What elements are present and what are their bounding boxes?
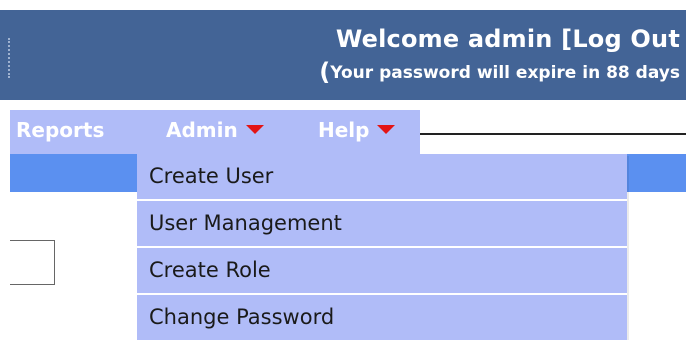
header-band [0,10,686,100]
text-input-box[interactable] [10,240,55,285]
expiry-open-paren: ( [319,58,331,86]
menu-reports[interactable]: Reports [16,118,104,142]
welcome-text: Welcome admin [ [335,25,573,53]
logout-link[interactable]: Log Out [572,25,680,53]
chevron-down-icon [377,125,396,134]
menu-item-create-role[interactable]: Create Role [137,248,627,295]
admin-dropdown-menu: Create User User Management Create Role … [137,154,627,340]
menu-item-change-password[interactable]: Change Password [137,295,627,340]
menu-admin-label: Admin [166,118,238,142]
menu-help-label: Help [318,118,370,142]
menu-reports-label: Reports [16,118,105,142]
app-header: Welcome admin [Log Out (Your password wi… [0,0,686,100]
header-edge-decoration [8,38,13,78]
chevron-down-icon [245,125,264,134]
password-expiry-notice: (Your password will expire in 88 days [319,58,680,86]
expiry-text: Your password will expire in 88 days [330,63,680,83]
menubar-divider-line [420,133,686,135]
menu-admin[interactable]: Admin [166,118,264,142]
menu-help[interactable]: Help [318,118,396,142]
menu-item-user-management[interactable]: User Management [137,201,627,248]
menu-item-create-user[interactable]: Create User [137,154,627,201]
welcome-message: Welcome admin [Log Out [336,25,680,53]
